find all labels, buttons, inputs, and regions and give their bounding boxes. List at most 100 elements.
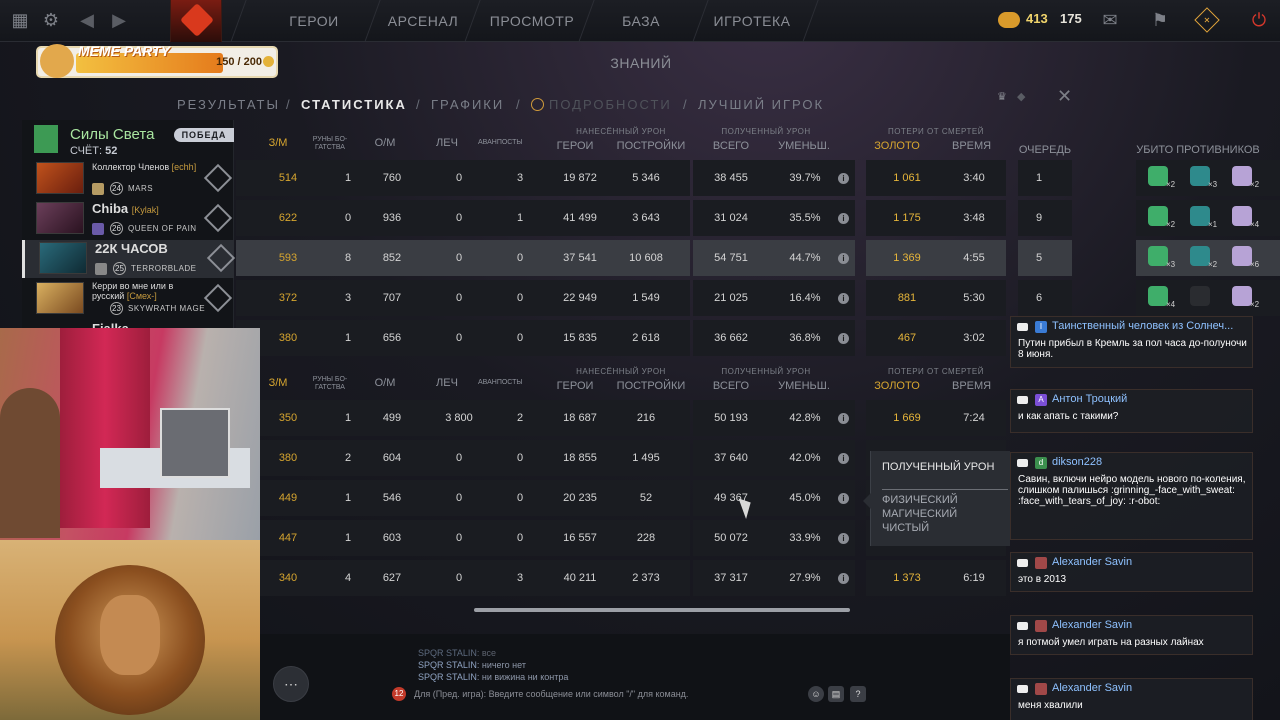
dota-logo-button[interactable] — [170, 0, 222, 42]
cell-om: 656 — [382, 332, 402, 344]
author-name: Alexander Savin — [1052, 619, 1133, 631]
cell-reduced: 39.7% — [789, 172, 821, 184]
info-icon[interactable]: i — [838, 173, 849, 184]
doge-icon — [40, 44, 74, 78]
chat-input[interactable]: 12 Для (Пред. игра): Введите сообщение и… — [390, 684, 870, 704]
kill-count: ×2 — [1166, 220, 1176, 229]
armory-icon[interactable]: ⚑ — [1149, 9, 1171, 31]
subnav-statistics[interactable]: СТАТИСТИКА — [301, 97, 407, 112]
nav-heroes[interactable]: ГЕРОИ — [262, 0, 366, 42]
bookmark-icon[interactable]: ◆ — [1017, 90, 1025, 103]
player-row-selected[interactable]: 22К ЧАСОВ 25 TERRORBLADE — [22, 240, 236, 278]
info-icon[interactable]: i — [838, 333, 849, 344]
player-name: Коллектор Членов [echh] — [92, 162, 197, 172]
cell-runes: 1 — [344, 412, 352, 424]
cell-order: 5 — [1035, 252, 1043, 264]
cell-vanguard: 1 — [516, 212, 524, 224]
info-icon[interactable]: i — [838, 453, 849, 464]
nav-arcade[interactable]: ИГРОТЕКА — [706, 0, 798, 42]
cell-heal: 0 — [455, 492, 463, 504]
player-row[interactable]: Коллектор Членов [echh] 24 MARS — [22, 160, 234, 198]
cell-total: 50 193 — [714, 412, 748, 424]
author-name: Alexander Savin — [1052, 556, 1133, 568]
header-dealt-damage: НАНЕСЁННЫЙ УРОН — [576, 367, 666, 376]
cell-om: 936 — [382, 212, 402, 224]
author-avatar — [1035, 620, 1047, 632]
medal-icon — [92, 183, 104, 195]
chat-message: А Антон Троцкий и как апать с такими? — [1010, 389, 1253, 433]
cell-runes: 1 — [344, 532, 352, 544]
nav-arsenal[interactable]: АРСЕНАЛ — [378, 0, 468, 42]
subnav-best-player[interactable]: ЛУЧШИЙ ИГРОК — [698, 97, 824, 112]
close-icon[interactable]: ✕ — [1057, 86, 1072, 107]
event-title: MEME PARTY — [78, 43, 171, 59]
subnav-separator: / — [286, 97, 290, 112]
info-icon[interactable]: i — [838, 533, 849, 544]
cell-om: 604 — [382, 452, 402, 464]
team-flag-icon — [34, 125, 58, 153]
info-icon[interactable]: i — [838, 413, 849, 424]
tooltip-divider — [882, 489, 1008, 490]
info-icon[interactable]: i — [838, 213, 849, 224]
cell-buildings: 52 — [639, 492, 653, 504]
player-name: Керри во мне или в русский [Смех-] — [92, 281, 174, 301]
header-buildings: ПОСТРОЙКИ — [616, 140, 686, 152]
mail-icon[interactable]: ✉ — [1099, 9, 1121, 31]
header-zm: З/М — [268, 137, 288, 149]
chat-input-placeholder[interactable]: Для (Пред. игра): Введите сообщение или … — [414, 689, 688, 699]
player-row[interactable]: Керри во мне или в русский [Смех-] 23 SK… — [22, 280, 234, 318]
info-icon[interactable]: i — [838, 493, 849, 504]
rank-icon — [203, 203, 233, 233]
killed-hero-icon — [1232, 166, 1252, 186]
team-score-label: СЧЁТ: — [70, 145, 103, 157]
player-name: Chiba [Kylak] — [92, 201, 159, 216]
cell-runes: 3 — [344, 292, 352, 304]
subnav-details[interactable]: ПОДРОБНОСТИ — [549, 97, 672, 112]
cell-zm: 447 — [278, 532, 298, 544]
grid-icon[interactable]: ▦ — [9, 9, 31, 31]
author-avatar: d — [1035, 457, 1047, 469]
cell-gold: 881 — [897, 292, 917, 304]
subnav-results[interactable]: РЕЗУЛЬТАТЫ — [177, 97, 280, 112]
cell-zm: 514 — [278, 172, 298, 184]
forward-arrow-icon[interactable]: ▶ — [108, 9, 130, 31]
header-gold: ЗОЛОТО — [874, 380, 920, 392]
player-level: 25 — [113, 262, 126, 275]
nav-watch[interactable]: ПРОСМОТР — [480, 0, 584, 42]
power-icon[interactable]: ⏻ — [1248, 9, 1270, 31]
info-icon[interactable]: i — [838, 573, 849, 584]
hero-name: QUEEN OF PAIN — [128, 224, 197, 233]
kill-count: ×4 — [1250, 220, 1260, 229]
horizontal-scrollbar[interactable] — [474, 608, 850, 612]
info-icon[interactable]: i — [838, 253, 849, 264]
hero-name: TERRORBLADE — [131, 264, 197, 273]
info-icon[interactable]: i — [838, 293, 849, 304]
cell-reduced: 35.5% — [789, 212, 821, 224]
help-icon[interactable]: ? — [850, 686, 866, 702]
emoji-icon[interactable]: ☺ — [808, 686, 824, 702]
cell-heal: 0 — [455, 212, 463, 224]
header-vanguard: АВАНПОСТЫ — [478, 379, 523, 386]
killed-hero-icon — [1148, 166, 1168, 186]
result-badge: ПОБЕДА — [174, 128, 234, 142]
chat-wheel-icon[interactable]: ▤ — [828, 686, 844, 702]
cell-total: 36 662 — [714, 332, 748, 344]
player-row[interactable]: Chiba [Kylak] 26 QUEEN OF PAIN — [22, 200, 234, 238]
cell-reduced: 42.0% — [789, 452, 821, 464]
nav-learn[interactable]: БАЗА ЗНАНИЙ — [592, 0, 690, 71]
hero-portrait-terrorblade — [39, 242, 87, 274]
damage-taken-tooltip: ПОЛУЧЕННЫЙ УРОН ФИЗИЧЕСКИЙ МАГИЧЕСКИЙ ЧИ… — [863, 451, 1010, 546]
youtube-icon — [1017, 459, 1028, 467]
crown-icon[interactable]: ♛ — [997, 90, 1007, 103]
cell-vanguard: 0 — [516, 332, 524, 344]
message-text: это в 2013 — [1018, 574, 1067, 585]
cell-heal: 0 — [455, 332, 463, 344]
subnav-graphs[interactable]: ГРАФИКИ — [431, 97, 504, 112]
header-heal: ЛЕЧ — [436, 137, 458, 149]
event-progress-banner[interactable]: MEME PARTY 150 / 200 — [36, 43, 278, 78]
menu-dots-icon[interactable]: ⋯ — [273, 666, 309, 702]
gear-icon[interactable]: ⚙ — [40, 9, 62, 31]
back-arrow-icon[interactable]: ◀ — [76, 9, 98, 31]
plus-subscription-icon[interactable]: + — [1194, 7, 1220, 33]
cell-om: 603 — [382, 532, 402, 544]
